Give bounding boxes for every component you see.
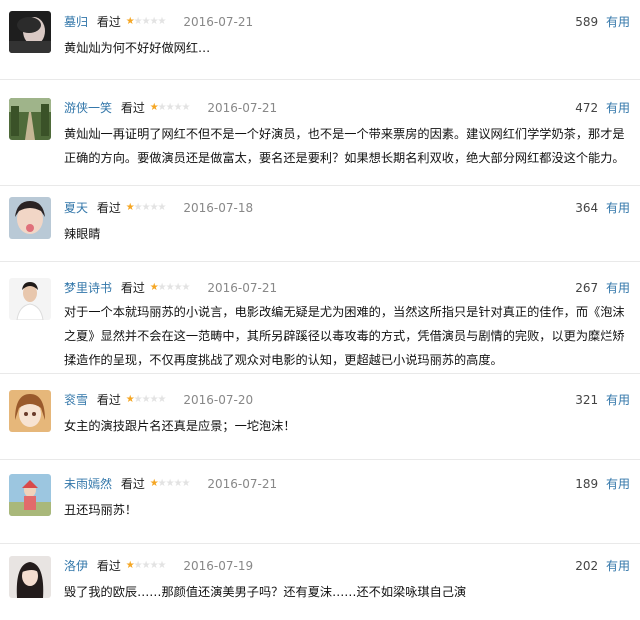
review-item: 游侠一笑 看过 ★★★★★ 2016-07-21 472 有用 黄灿灿一再证明了… (0, 80, 640, 186)
rating-stars: ★★★★★ (125, 16, 167, 27)
review-date: 2016-07-21 (207, 101, 278, 115)
review-header: 未雨嫣然 看过 ★★★★★ 2016-07-21 189 有用 (64, 474, 630, 494)
rating-stars: ★★★★★ (149, 478, 191, 489)
vote-area: 189 有用 (575, 474, 630, 494)
vote-count: 202 (575, 559, 599, 573)
review-header: 衮雪 看过 ★★★★★ 2016-07-20 321 有用 (64, 390, 630, 410)
useful-button[interactable]: 有用 (606, 477, 630, 491)
vote-area: 364 有用 (575, 198, 630, 218)
useful-button[interactable]: 有用 (606, 201, 630, 215)
review-item: 梦里诗书 看过 ★★★★★ 2016-07-21 267 有用 对于一个本就玛丽… (0, 262, 640, 374)
review-date: 2016-07-19 (183, 559, 254, 573)
rating-stars: ★★★★★ (125, 560, 167, 571)
useful-button[interactable]: 有用 (606, 101, 630, 115)
review-item: 墓归 看过 ★★★★★ 2016-07-21 589 有用 黄灿灿为何不好好做网… (0, 0, 640, 80)
vote-count: 321 (575, 393, 599, 407)
vote-count: 267 (575, 281, 599, 295)
watch-status: 看过 (120, 281, 145, 295)
review-item: 未雨嫣然 看过 ★★★★★ 2016-07-21 189 有用 丑还玛丽苏！ (0, 460, 640, 544)
review-item: 衮雪 看过 ★★★★★ 2016-07-20 321 有用 女主的演技跟片名还真… (0, 374, 640, 460)
watch-status: 看过 (96, 393, 121, 407)
review-header: 墓归 看过 ★★★★★ 2016-07-21 589 有用 (64, 12, 630, 32)
review-header: 游侠一笑 看过 ★★★★★ 2016-07-21 472 有用 (64, 98, 630, 118)
vote-count: 472 (575, 101, 599, 115)
review-content: 辣眼睛 (64, 227, 101, 241)
useful-button[interactable]: 有用 (606, 281, 630, 295)
rating-stars: ★★★★★ (125, 394, 167, 405)
watch-status: 看过 (120, 101, 145, 115)
child-outdoors-avatar[interactable] (9, 474, 51, 516)
vote-count: 589 (575, 15, 599, 29)
username-link[interactable]: 游侠一笑 (64, 101, 112, 115)
rating-stars: ★★★★★ (149, 102, 191, 113)
review-content: 黄灿灿为何不好好做网红… (64, 41, 211, 55)
username-link[interactable]: 梦里诗书 (64, 281, 112, 295)
review-date: 2016-07-18 (183, 201, 254, 215)
review-date: 2016-07-21 (207, 477, 278, 491)
review-content: 女主的演技跟片名还真是应景；一坨泡沫！ (64, 419, 296, 433)
vote-area: 321 有用 (575, 390, 630, 410)
review-list: 墓归 看过 ★★★★★ 2016-07-21 589 有用 黄灿灿为何不好好做网… (0, 0, 640, 620)
anime-girl-avatar[interactable] (9, 390, 51, 432)
review-content: 丑还玛丽苏！ (64, 503, 138, 517)
vote-area: 267 有用 (575, 278, 630, 298)
watch-status: 看过 (96, 559, 121, 573)
useful-button[interactable]: 有用 (606, 559, 630, 573)
review-header: 洛伊 看过 ★★★★★ 2016-07-19 202 有用 (64, 556, 630, 576)
username-link[interactable]: 夏天 (64, 201, 88, 215)
review-date: 2016-07-21 (207, 281, 278, 295)
vote-area: 589 有用 (575, 12, 630, 32)
vote-area: 202 有用 (575, 556, 630, 576)
review-content: 黄灿灿一再证明了网红不但不是一个好演员，也不是一个带来票房的因素。建议网红们学学… (64, 127, 625, 165)
man-white-shirt-avatar[interactable] (9, 278, 51, 320)
rating-stars: ★★★★★ (149, 282, 191, 293)
review-header: 夏天 看过 ★★★★★ 2016-07-18 364 有用 (64, 198, 630, 218)
watch-status: 看过 (96, 15, 121, 29)
vote-count: 364 (575, 201, 599, 215)
review-item: 洛伊 看过 ★★★★★ 2016-07-19 202 有用 毁了我的欧辰……那颜… (0, 544, 640, 620)
rating-stars: ★★★★★ (125, 202, 167, 213)
review-content: 对于一个本就玛丽苏的小说言，电影改编无疑是尤为困难的，当然这所指只是针对真正的佳… (64, 305, 625, 367)
useful-button[interactable]: 有用 (606, 393, 630, 407)
review-header: 梦里诗书 看过 ★★★★★ 2016-07-21 267 有用 (64, 278, 630, 298)
useful-button[interactable]: 有用 (606, 15, 630, 29)
review-date: 2016-07-20 (183, 393, 254, 407)
watch-status: 看过 (96, 201, 121, 215)
username-link[interactable]: 未雨嫣然 (64, 477, 112, 491)
dark-portrait-avatar[interactable] (9, 11, 51, 53)
review-date: 2016-07-21 (183, 15, 254, 29)
username-link[interactable]: 墓归 (64, 15, 88, 29)
vote-count: 189 (575, 477, 599, 491)
vote-area: 472 有用 (575, 98, 630, 118)
review-item: 夏天 看过 ★★★★★ 2016-07-18 364 有用 辣眼睛 (0, 186, 640, 262)
watch-status: 看过 (120, 477, 145, 491)
forest-road-avatar[interactable] (9, 98, 51, 140)
girl-tongue-avatar[interactable] (9, 197, 51, 239)
long-hair-girl-avatar[interactable] (9, 556, 51, 598)
review-content: 毁了我的欧辰……那颜值还演美男子吗？还有夏沫……还不如梁咏琪自己演 (64, 585, 467, 599)
username-link[interactable]: 衮雪 (64, 393, 88, 407)
username-link[interactable]: 洛伊 (64, 559, 88, 573)
